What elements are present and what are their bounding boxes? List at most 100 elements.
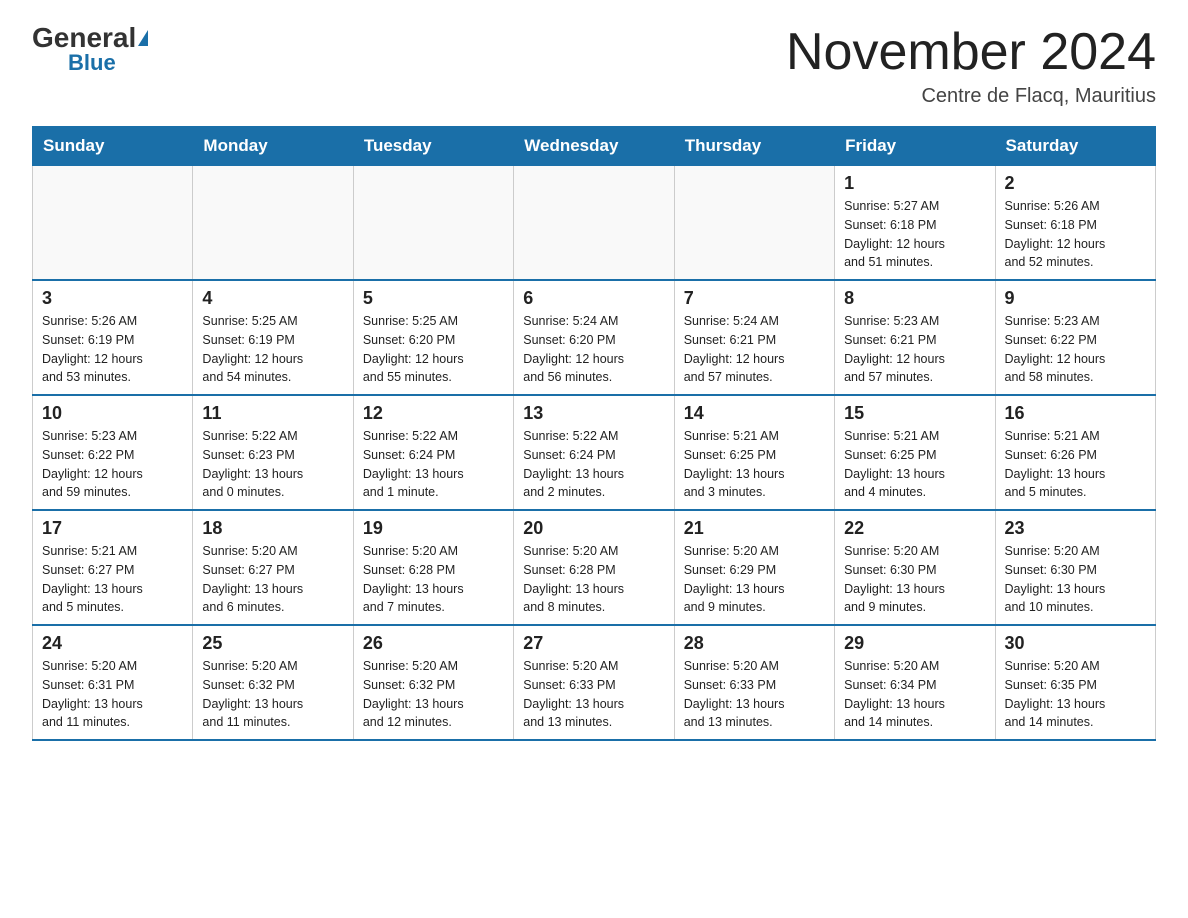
cell-day-number: 19: [363, 518, 504, 539]
cell-info: Sunrise: 5:26 AMSunset: 6:19 PMDaylight:…: [42, 312, 183, 387]
calendar-week-4: 17 Sunrise: 5:21 AMSunset: 6:27 PMDayligh…: [33, 510, 1156, 625]
calendar-cell: [514, 166, 674, 281]
cell-day-number: 25: [202, 633, 343, 654]
calendar-cell: 2 Sunrise: 5:26 AMSunset: 6:18 PMDaylight…: [995, 166, 1155, 281]
cell-info: Sunrise: 5:20 AMSunset: 6:31 PMDaylight:…: [42, 657, 183, 732]
calendar-cell: 11 Sunrise: 5:22 AMSunset: 6:23 PMDayligh…: [193, 395, 353, 510]
cell-day-number: 6: [523, 288, 664, 309]
calendar-cell: 21 Sunrise: 5:20 AMSunset: 6:29 PMDayligh…: [674, 510, 834, 625]
calendar-cell: 8 Sunrise: 5:23 AMSunset: 6:21 PMDaylight…: [835, 280, 995, 395]
day-header-thursday: Thursday: [674, 127, 834, 166]
days-header-row: SundayMondayTuesdayWednesdayThursdayFrid…: [33, 127, 1156, 166]
cell-day-number: 10: [42, 403, 183, 424]
calendar-cell: 18 Sunrise: 5:20 AMSunset: 6:27 PMDayligh…: [193, 510, 353, 625]
day-header-tuesday: Tuesday: [353, 127, 513, 166]
cell-day-number: 26: [363, 633, 504, 654]
calendar-cell: 16 Sunrise: 5:21 AMSunset: 6:26 PMDayligh…: [995, 395, 1155, 510]
calendar-title: November 2024: [786, 24, 1156, 81]
logo: General Blue: [32, 24, 148, 75]
cell-day-number: 27: [523, 633, 664, 654]
calendar-week-1: 1 Sunrise: 5:27 AMSunset: 6:18 PMDaylight…: [33, 166, 1156, 281]
logo-general-text: General: [32, 22, 148, 53]
cell-info: Sunrise: 5:24 AMSunset: 6:21 PMDaylight:…: [684, 312, 825, 387]
cell-info: Sunrise: 5:22 AMSunset: 6:24 PMDaylight:…: [363, 427, 504, 502]
day-header-friday: Friday: [835, 127, 995, 166]
cell-day-number: 1: [844, 173, 985, 194]
calendar-cell: [193, 166, 353, 281]
calendar-cell: [674, 166, 834, 281]
calendar-table: SundayMondayTuesdayWednesdayThursdayFrid…: [32, 126, 1156, 741]
calendar-cell: 9 Sunrise: 5:23 AMSunset: 6:22 PMDaylight…: [995, 280, 1155, 395]
cell-day-number: 30: [1005, 633, 1146, 654]
cell-info: Sunrise: 5:27 AMSunset: 6:18 PMDaylight:…: [844, 197, 985, 272]
cell-info: Sunrise: 5:21 AMSunset: 6:26 PMDaylight:…: [1005, 427, 1146, 502]
cell-day-number: 5: [363, 288, 504, 309]
calendar-cell: 7 Sunrise: 5:24 AMSunset: 6:21 PMDaylight…: [674, 280, 834, 395]
cell-info: Sunrise: 5:23 AMSunset: 6:21 PMDaylight:…: [844, 312, 985, 387]
calendar-cell: 29Sunrise: 5:20 AMSunset: 6:34 PMDayligh…: [835, 625, 995, 740]
calendar-week-5: 24 Sunrise: 5:20 AMSunset: 6:31 PMDayligh…: [33, 625, 1156, 740]
cell-day-number: 11: [202, 403, 343, 424]
cell-info: Sunrise: 5:23 AMSunset: 6:22 PMDaylight:…: [1005, 312, 1146, 387]
cell-day-number: 21: [684, 518, 825, 539]
calendar-cell: 30 Sunrise: 5:20 AMSunset: 6:35 PMDayligh…: [995, 625, 1155, 740]
cell-day-number: 15: [844, 403, 985, 424]
cell-info: Sunrise: 5:21 AMSunset: 6:25 PMDaylight:…: [844, 427, 985, 502]
page-header: General Blue November 2024 Centre de Fla…: [32, 24, 1156, 108]
cell-info: Sunrise: 5:20 AMSunset: 6:28 PMDaylight:…: [363, 542, 504, 617]
cell-info: Sunrise: 5:20 AMSunset: 6:30 PMDaylight:…: [844, 542, 985, 617]
cell-day-number: 24: [42, 633, 183, 654]
cell-day-number: 29: [844, 633, 985, 654]
calendar-cell: 15 Sunrise: 5:21 AMSunset: 6:25 PMDayligh…: [835, 395, 995, 510]
calendar-cell: [33, 166, 193, 281]
cell-day-number: 20: [523, 518, 664, 539]
cell-info: Sunrise: 5:20 AMSunset: 6:33 PMDaylight:…: [523, 657, 664, 732]
cell-day-number: 23: [1005, 518, 1146, 539]
calendar-cell: 4Sunrise: 5:25 AMSunset: 6:19 PMDaylight…: [193, 280, 353, 395]
calendar-cell: 17 Sunrise: 5:21 AMSunset: 6:27 PMDayligh…: [33, 510, 193, 625]
cell-day-number: 2: [1005, 173, 1146, 194]
cell-day-number: 16: [1005, 403, 1146, 424]
cell-day-number: 22: [844, 518, 985, 539]
calendar-cell: 10 Sunrise: 5:23 AMSunset: 6:22 PMDayligh…: [33, 395, 193, 510]
cell-day-number: 8: [844, 288, 985, 309]
cell-info: Sunrise: 5:20 AMSunset: 6:29 PMDaylight:…: [684, 542, 825, 617]
cell-day-number: 12: [363, 403, 504, 424]
calendar-header: SundayMondayTuesdayWednesdayThursdayFrid…: [33, 127, 1156, 166]
calendar-cell: 1 Sunrise: 5:27 AMSunset: 6:18 PMDaylight…: [835, 166, 995, 281]
cell-info: Sunrise: 5:22 AMSunset: 6:23 PMDaylight:…: [202, 427, 343, 502]
cell-day-number: 9: [1005, 288, 1146, 309]
cell-info: Sunrise: 5:26 AMSunset: 6:18 PMDaylight:…: [1005, 197, 1146, 272]
calendar-cell: 28 Sunrise: 5:20 AMSunset: 6:33 PMDayligh…: [674, 625, 834, 740]
logo-blue-text: Blue: [68, 50, 116, 75]
cell-info: Sunrise: 5:21 AMSunset: 6:27 PMDaylight:…: [42, 542, 183, 617]
cell-info: Sunrise: 5:25 AMSunset: 6:19 PMDaylight:…: [202, 312, 343, 387]
calendar-cell: 20Sunrise: 5:20 AMSunset: 6:28 PMDayligh…: [514, 510, 674, 625]
cell-day-number: 3: [42, 288, 183, 309]
logo-blue-row: Blue: [32, 52, 116, 75]
calendar-cell: 14 Sunrise: 5:21 AMSunset: 6:25 PMDayligh…: [674, 395, 834, 510]
calendar-cell: 6 Sunrise: 5:24 AMSunset: 6:20 PMDaylight…: [514, 280, 674, 395]
cell-day-number: 28: [684, 633, 825, 654]
calendar-cell: 19 Sunrise: 5:20 AMSunset: 6:28 PMDayligh…: [353, 510, 513, 625]
logo-triangle: [138, 30, 148, 46]
cell-day-number: 17: [42, 518, 183, 539]
title-area: November 2024 Centre de Flacq, Mauritius: [786, 24, 1156, 108]
cell-day-number: 18: [202, 518, 343, 539]
calendar-cell: 5Sunrise: 5:25 AMSunset: 6:20 PMDaylight…: [353, 280, 513, 395]
calendar-subtitle: Centre de Flacq, Mauritius: [786, 85, 1156, 108]
cell-day-number: 14: [684, 403, 825, 424]
cell-info: Sunrise: 5:24 AMSunset: 6:20 PMDaylight:…: [523, 312, 664, 387]
cell-info: Sunrise: 5:20 AMSunset: 6:35 PMDaylight:…: [1005, 657, 1146, 732]
day-header-wednesday: Wednesday: [514, 127, 674, 166]
cell-info: Sunrise: 5:21 AMSunset: 6:25 PMDaylight:…: [684, 427, 825, 502]
calendar-cell: 27 Sunrise: 5:20 AMSunset: 6:33 PMDayligh…: [514, 625, 674, 740]
cell-info: Sunrise: 5:20 AMSunset: 6:32 PMDaylight:…: [202, 657, 343, 732]
calendar-cell: [353, 166, 513, 281]
cell-day-number: 7: [684, 288, 825, 309]
cell-info: Sunrise: 5:20 AMSunset: 6:33 PMDaylight:…: [684, 657, 825, 732]
calendar-cell: 23Sunrise: 5:20 AMSunset: 6:30 PMDayligh…: [995, 510, 1155, 625]
cell-info: Sunrise: 5:20 AMSunset: 6:27 PMDaylight:…: [202, 542, 343, 617]
cell-info: Sunrise: 5:23 AMSunset: 6:22 PMDaylight:…: [42, 427, 183, 502]
calendar-cell: 3 Sunrise: 5:26 AMSunset: 6:19 PMDaylight…: [33, 280, 193, 395]
